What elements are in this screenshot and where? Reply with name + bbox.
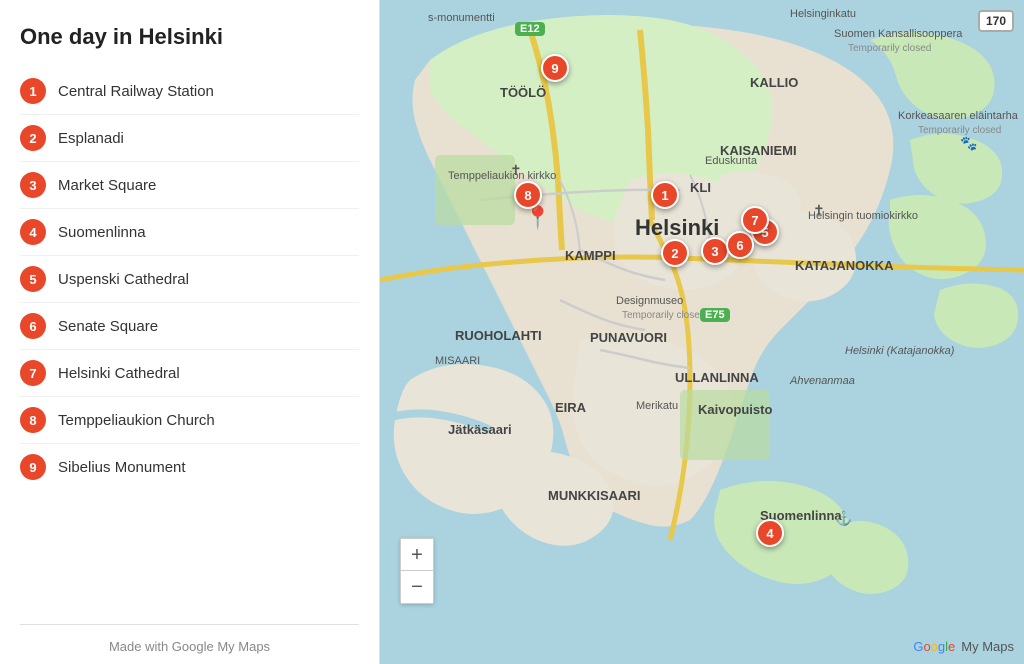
road-170-badge: 170 xyxy=(978,10,1014,32)
location-item-1[interactable]: 1 Central Railway Station xyxy=(20,68,359,115)
map-marker-8[interactable]: 8 xyxy=(514,181,542,209)
zoom-in-button[interactable]: + xyxy=(401,539,433,571)
map-attribution: Google My Maps xyxy=(913,639,1014,654)
sidebar-title: One day in Helsinki xyxy=(20,24,359,50)
location-item-3[interactable]: 3 Market Square xyxy=(20,162,359,209)
location-badge-3: 3 xyxy=(20,172,46,198)
map-marker-4[interactable]: 4 xyxy=(756,519,784,547)
sidebar-footer: Made with Google My Maps xyxy=(20,624,359,664)
location-item-5[interactable]: 5 Uspenski Cathedral xyxy=(20,256,359,303)
location-name-5: Uspenski Cathedral xyxy=(58,271,189,288)
sidebar: One day in Helsinki 1 Central Railway St… xyxy=(0,0,380,664)
map-marker-3[interactable]: 3 xyxy=(701,237,729,265)
location-item-7[interactable]: 7 Helsinki Cathedral xyxy=(20,350,359,397)
map-container: Helsinki TÖÖLÖ KALLIO KAMPPI KAISANIEMI … xyxy=(380,0,1024,664)
location-name-7: Helsinki Cathedral xyxy=(58,365,180,382)
g-red: o xyxy=(923,639,930,654)
location-item-9[interactable]: 9 Sibelius Monument xyxy=(20,444,359,490)
location-list: 1 Central Railway Station 2 Esplanadi 3 … xyxy=(20,68,359,616)
location-name-3: Market Square xyxy=(58,177,156,194)
church-cross-icon: ✝ xyxy=(510,162,522,179)
location-name-1: Central Railway Station xyxy=(58,83,214,100)
location-badge-9: 9 xyxy=(20,454,46,480)
google-logo: Google xyxy=(913,639,955,654)
map-marker-1[interactable]: 1 xyxy=(651,181,679,209)
location-badge-4: 4 xyxy=(20,219,46,245)
location-name-9: Sibelius Monument xyxy=(58,459,186,476)
location-badge-6: 6 xyxy=(20,313,46,339)
e12-badge: E12 xyxy=(515,22,545,36)
map-marker-2[interactable]: 2 xyxy=(661,239,689,267)
location-badge-5: 5 xyxy=(20,266,46,292)
location-item-4[interactable]: 4 Suomenlinna xyxy=(20,209,359,256)
e75-badge: E75 xyxy=(700,308,730,322)
g-yellow: o xyxy=(931,639,938,654)
location-item-6[interactable]: 6 Senate Square xyxy=(20,303,359,350)
g-blue: G xyxy=(913,639,923,654)
g-red2: e xyxy=(948,639,955,654)
map-marker-9[interactable]: 9 xyxy=(541,54,569,82)
location-name-8: Temppeliaukion Church xyxy=(58,412,215,429)
location-badge-8: 8 xyxy=(20,407,46,433)
my-maps-text: My Maps xyxy=(961,639,1014,654)
map-marker-6[interactable]: 6 xyxy=(726,231,754,259)
cathedral-cross-icon: ✝ xyxy=(813,202,825,219)
location-item-2[interactable]: 2 Esplanadi xyxy=(20,115,359,162)
location-name-6: Senate Square xyxy=(58,318,158,335)
zoom-controls: + − xyxy=(400,538,434,604)
location-badge-2: 2 xyxy=(20,125,46,151)
location-badge-7: 7 xyxy=(20,360,46,386)
map-marker-7[interactable]: 7 xyxy=(741,206,769,234)
location-item-8[interactable]: 8 Temppeliaukion Church xyxy=(20,397,359,444)
location-name-4: Suomenlinna xyxy=(58,224,146,241)
paw-icon: 🐾 xyxy=(960,135,977,152)
zoom-out-button[interactable]: − xyxy=(401,571,433,603)
boat-icon: ⚓ xyxy=(835,510,852,527)
location-name-2: Esplanadi xyxy=(58,130,124,147)
location-badge-1: 1 xyxy=(20,78,46,104)
